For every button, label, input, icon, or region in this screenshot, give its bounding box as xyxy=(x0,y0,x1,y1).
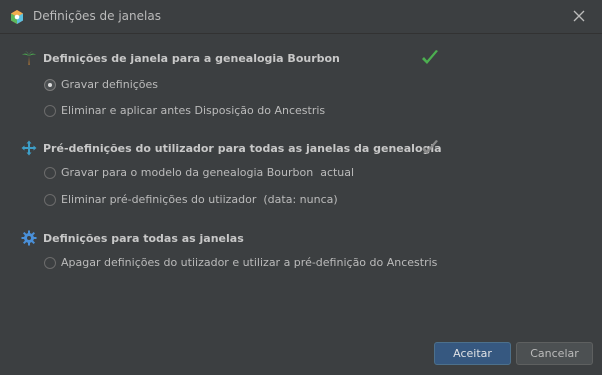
section-user-defaults: Pré-definições do utilizador para todas … xyxy=(21,140,442,156)
section-genealogy-window: Definições de janela para a genealogia B… xyxy=(21,50,340,66)
radio-button[interactable] xyxy=(44,256,56,269)
section-heading: Definições para todas as janelas xyxy=(43,231,244,245)
option-save-settings[interactable]: Gravar definições xyxy=(44,78,158,91)
option-delete-apply-ancestris-layout[interactable]: Eliminar e aplicar antes Disposição do A… xyxy=(44,104,325,117)
app-logo-icon xyxy=(11,10,23,24)
close-button[interactable] xyxy=(570,7,588,25)
checkmark-icon xyxy=(422,50,438,64)
radio-button[interactable] xyxy=(44,104,56,117)
checkmark-icon xyxy=(422,140,438,154)
section-heading: Definições de janela para a genealogia B… xyxy=(43,51,340,65)
window-title: Definições de janelas xyxy=(33,9,161,23)
radio-button[interactable] xyxy=(44,193,56,206)
option-save-to-template[interactable]: Gravar para o modelo da genealogia Bourb… xyxy=(44,166,354,179)
section-heading: Pré-definições do utilizador para todas … xyxy=(43,141,442,155)
option-delete-user-defaults[interactable]: Eliminar pré-definições do utiizador (da… xyxy=(44,193,338,206)
radio-button[interactable] xyxy=(44,78,56,91)
close-icon xyxy=(573,10,585,22)
option-clear-user-settings[interactable]: Apagar definições do utiizador e utiliza… xyxy=(44,256,437,269)
section-all-windows: Definições para todas as janelas xyxy=(21,230,244,246)
radio-button[interactable] xyxy=(44,166,56,179)
move-arrows-icon xyxy=(21,140,37,156)
palm-tree-icon xyxy=(22,51,36,65)
cancel-button[interactable]: Cancelar xyxy=(516,342,593,365)
accept-button[interactable]: Aceitar xyxy=(434,342,511,365)
title-bar: Definições de janelas xyxy=(0,0,602,34)
gear-icon xyxy=(21,230,37,246)
